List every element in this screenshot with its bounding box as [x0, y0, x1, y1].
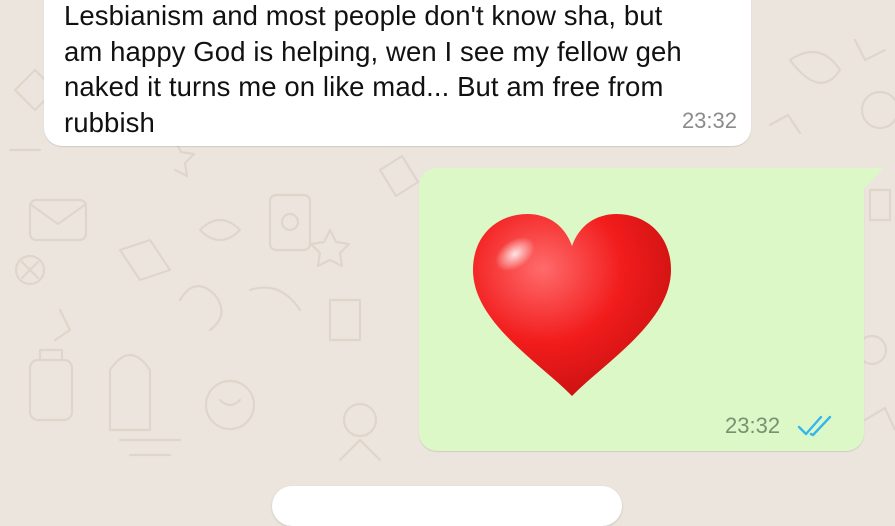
incoming-message-timestamp: 23:32	[681, 108, 737, 133]
message-input-bar[interactable]	[272, 486, 622, 526]
incoming-message-text: Lesbianism and most people don't know sh…	[64, 0, 682, 138]
double-check-read-icon	[797, 415, 832, 437]
outgoing-message-timestamp: 23:32	[725, 413, 781, 438]
outgoing-bubble-tail	[864, 168, 884, 188]
heart-emoji-icon	[473, 214, 671, 396]
incoming-message-bubble[interactable]: Lesbianism and most people don't know sh…	[44, 0, 751, 146]
outgoing-message-bubble[interactable]: 23:32	[419, 168, 884, 451]
